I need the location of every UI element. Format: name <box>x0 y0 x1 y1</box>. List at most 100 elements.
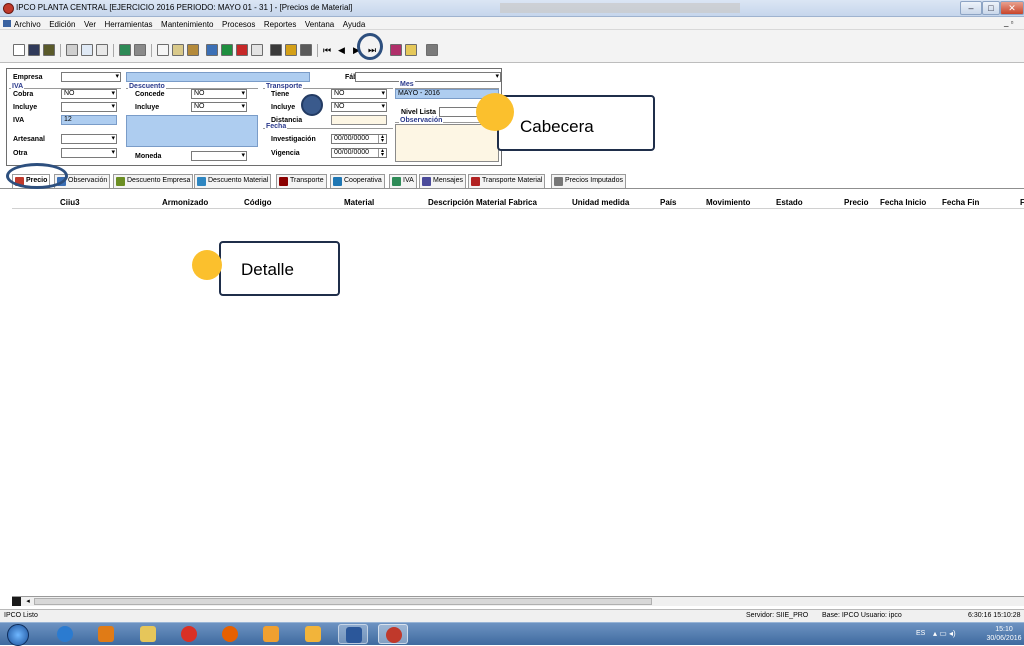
col-codigo[interactable]: Código <box>244 198 272 207</box>
empresa-label: Empresa <box>13 74 43 81</box>
investigacion-date[interactable]: 00/00/0000 ▴ ▾ <box>331 134 387 144</box>
transporte-group-label: Transporte <box>265 83 304 90</box>
taskbar-app[interactable] <box>256 624 286 644</box>
first-record-icon[interactable]: ⏮ <box>323 44 335 56</box>
status-server: Servidor: SIIE_PRO <box>746 612 809 619</box>
taskbar-firefox[interactable] <box>215 624 245 644</box>
menu-herramientas[interactable]: Herramientas <box>105 20 153 29</box>
empresa-select[interactable]: ▾ <box>61 72 121 82</box>
detalle-callout-label: Detalle <box>241 260 294 279</box>
paste-icon[interactable] <box>187 44 199 56</box>
page-setup-icon[interactable] <box>96 44 108 56</box>
insert-icon[interactable] <box>206 44 218 56</box>
start-button[interactable] <box>7 624 29 646</box>
status-datetime: 6:30:16 15:10:28 <box>968 612 1021 619</box>
iva-label: IVA <box>13 117 25 124</box>
iva-incluye-label: Incluye <box>13 104 38 111</box>
artesanal-select[interactable]: ▾ <box>61 134 117 144</box>
col-armonizado[interactable]: Armonizado <box>162 198 208 207</box>
vigencia-date[interactable]: 00/00/0000 ▴ ▾ <box>331 148 387 158</box>
col-pais[interactable]: País <box>660 198 676 207</box>
tray-icons[interactable]: ▴ ▭ ◂) <box>933 629 956 638</box>
otra-select[interactable]: ▾ <box>61 148 117 158</box>
menu-ventana[interactable]: Ventana <box>305 20 334 29</box>
copy-icon[interactable] <box>172 44 184 56</box>
col-ciiu3[interactable]: Ciiu3 <box>60 198 80 207</box>
scroll-left-icon[interactable]: ◂ <box>23 597 33 606</box>
add-record-icon[interactable] <box>119 44 131 56</box>
concede-select[interactable]: NO ▾ <box>191 89 247 99</box>
tab-iva[interactable]: IVA <box>389 174 417 188</box>
print-icon[interactable] <box>66 44 78 56</box>
col-material[interactable]: Material <box>344 198 374 207</box>
col-movimiento[interactable]: Movimiento <box>706 198 750 207</box>
cobra-select[interactable]: NO ▾ <box>61 89 117 99</box>
tab-transporte-material[interactable]: Transporte Material <box>468 174 546 188</box>
col-estado[interactable]: Estado <box>776 198 803 207</box>
taskbar-chrome[interactable] <box>174 624 204 644</box>
cancel-icon[interactable] <box>236 44 248 56</box>
delete-record-icon[interactable] <box>134 44 146 56</box>
app-icon <box>3 3 14 14</box>
observacion-field[interactable] <box>395 124 499 162</box>
horizontal-scrollbar[interactable]: ◂ <box>12 596 1024 606</box>
menu-procesos[interactable]: Procesos <box>222 20 255 29</box>
save-all-icon[interactable] <box>43 44 55 56</box>
save-icon[interactable] <box>28 44 40 56</box>
folder-icon[interactable] <box>405 44 417 56</box>
language-indicator[interactable]: ES <box>916 630 925 637</box>
taskbar-word[interactable] <box>338 624 368 644</box>
menu-reportes[interactable]: Reportes <box>264 20 296 29</box>
descuento-incluye-select[interactable]: NO ▾ <box>191 102 247 112</box>
menu-archivo[interactable]: Archivo <box>14 20 41 29</box>
distancia-field[interactable] <box>331 115 387 125</box>
mdi-controls[interactable]: _ ▫ <box>1004 18 1014 27</box>
menu-ver[interactable]: Ver <box>84 20 96 29</box>
tab-transporte[interactable]: Transporte <box>276 174 327 188</box>
col-f[interactable]: F <box>1020 198 1024 207</box>
print-preview-icon[interactable] <box>81 44 93 56</box>
taskbar-outlook[interactable] <box>91 624 121 644</box>
col-descripcion[interactable]: Descripción Material Fabrica <box>428 198 537 207</box>
transporte-incluye-select[interactable]: NO ▾ <box>331 102 387 112</box>
search-icon[interactable] <box>285 44 297 56</box>
minimize-button[interactable]: – <box>960 1 982 15</box>
new-icon[interactable] <box>13 44 25 56</box>
accept-icon[interactable] <box>221 44 233 56</box>
menu-mantenimiento[interactable]: Mantenimiento <box>161 20 213 29</box>
tab-mensajes[interactable]: Mensajes <box>419 174 466 188</box>
menu-ayuda[interactable]: Ayuda <box>343 20 366 29</box>
fabrica-select[interactable]: ▾ <box>355 72 501 82</box>
undo-icon[interactable] <box>251 44 263 56</box>
tab-descuento-empresa[interactable]: Descuento Empresa <box>113 174 194 188</box>
tab-cooperativa[interactable]: Cooperativa <box>330 174 385 188</box>
filter-icon[interactable] <box>270 44 282 56</box>
tab-precios-imputados[interactable]: Precios Imputados <box>551 174 626 188</box>
iva-incluye-select[interactable]: ▾ <box>61 102 117 112</box>
tab-descuento-material[interactable]: Descuento Material <box>194 174 272 188</box>
exit-icon[interactable] <box>426 44 438 56</box>
scroll-thumb[interactable] <box>34 598 652 605</box>
maximize-button[interactable]: □ <box>982 1 1000 15</box>
col-unidad-medida[interactable]: Unidad medida <box>572 198 629 207</box>
taskbar-ipco[interactable] <box>378 624 408 644</box>
tiene-select[interactable]: NO ▾ <box>331 89 387 99</box>
iva-field[interactable]: 12 <box>61 115 117 125</box>
taskbar-ie[interactable] <box>50 624 80 644</box>
toolbar-separator <box>113 44 114 57</box>
status-base: Base: IPCO Usuario: ipco <box>822 612 902 619</box>
taskbar-sql[interactable] <box>298 624 328 644</box>
moneda-select[interactable]: ▾ <box>191 151 247 161</box>
col-fecha-inicio[interactable]: Fecha Inicio <box>880 198 926 207</box>
col-fecha-fin[interactable]: Fecha Fin <box>942 198 979 207</box>
cut-icon[interactable] <box>157 44 169 56</box>
detalle-callout: Detalle <box>219 241 340 296</box>
previous-record-icon[interactable]: ◀ <box>338 44 350 56</box>
col-precio[interactable]: Precio <box>844 198 868 207</box>
binoculars-icon[interactable] <box>300 44 312 56</box>
taskbar-explorer[interactable] <box>133 624 163 644</box>
close-button[interactable]: ✕ <box>1000 1 1024 15</box>
clock[interactable]: 15:10 30/06/2016 <box>986 625 1022 643</box>
menu-edicion[interactable]: Edición <box>49 20 75 29</box>
refresh-icon[interactable] <box>390 44 402 56</box>
